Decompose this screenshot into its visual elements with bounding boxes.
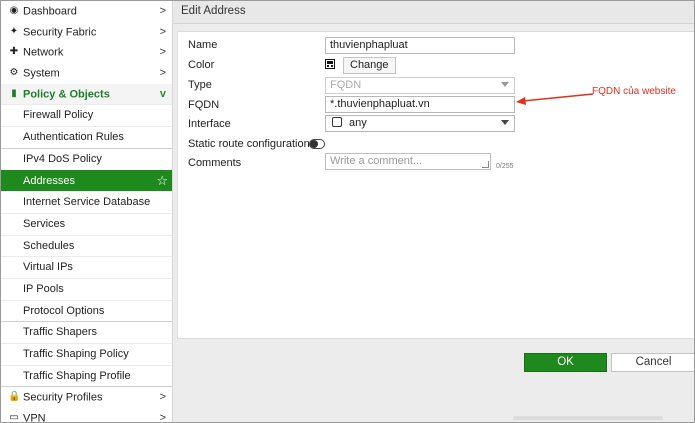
- chevron-right-icon: >: [159, 25, 166, 38]
- annotation-arrow-icon: [516, 93, 594, 105]
- cancel-button[interactable]: Cancel: [611, 353, 694, 372]
- sidebar-item-traffic-shaping-profile[interactable]: Traffic Shaping Profile: [1, 364, 172, 387]
- name-input[interactable]: thuvienphapluat: [325, 37, 515, 54]
- sidebar-item-system[interactable]: ⚙ System >: [1, 63, 172, 84]
- chevron-down-icon: v: [159, 87, 166, 100]
- sidebar-item-network[interactable]: ✚ Network >: [1, 42, 172, 63]
- app-window: ◉ Dashboard > ✦ Security Fabric > ✚ Network…: [0, 0, 695, 423]
- comments-textarea[interactable]: Write a comment...: [325, 153, 491, 170]
- color-swatch-icon: [325, 59, 335, 69]
- checkbox-icon: [332, 117, 342, 127]
- fqdn-label: FQDN: [188, 99, 220, 111]
- chevron-right-icon: >: [159, 412, 166, 423]
- resize-handle-icon[interactable]: [482, 161, 489, 168]
- sidebar: ◉ Dashboard > ✦ Security Fabric > ✚ Network…: [1, 1, 173, 422]
- toggle-knob: [310, 140, 318, 148]
- annotation-label: FQDN của website: [592, 86, 676, 97]
- color-label: Color: [188, 59, 215, 71]
- sidebar-item-traffic-shaping-policy[interactable]: Traffic Shaping Policy: [1, 343, 172, 365]
- sidebar-item-authentication-rules[interactable]: Authentication Rules: [1, 126, 172, 148]
- sidebar-item-vpn[interactable]: ▭ VPN >: [1, 408, 172, 423]
- sidebar-item-dashboard[interactable]: ◉ Dashboard >: [1, 1, 172, 22]
- comments-label: Comments: [188, 157, 242, 169]
- chevron-right-icon: >: [159, 46, 166, 59]
- policy-icon: ▮: [11, 87, 17, 99]
- fqdn-input[interactable]: *.thuvienphapluat.vn: [325, 96, 515, 113]
- type-select: FQDN: [325, 77, 515, 94]
- name-label: Name: [188, 39, 218, 51]
- page-header: Edit Address: [173, 1, 694, 24]
- interface-label: Interface: [188, 118, 231, 130]
- caret-down-icon: [501, 82, 509, 87]
- page-title: Edit Address: [181, 5, 246, 17]
- static-route-toggle[interactable]: [309, 139, 325, 149]
- star-icon[interactable]: ☆: [156, 171, 168, 192]
- gear-icon: ⚙: [9, 67, 19, 79]
- sidebar-item-ipv4-dos-policy[interactable]: IPv4 DoS Policy: [1, 147, 172, 170]
- chevron-right-icon: >: [159, 67, 166, 80]
- sidebar-item-protocol-options[interactable]: Protocol Options: [1, 299, 172, 322]
- sidebar-item-ip-pools[interactable]: IP Pools: [1, 277, 172, 300]
- network-icon: ✚: [9, 46, 19, 58]
- comment-char-counter: 0/255: [496, 163, 514, 170]
- change-color-button[interactable]: Change: [343, 57, 396, 74]
- sidebar-item-addresses[interactable]: Addresses ☆: [1, 169, 172, 192]
- sidebar-item-traffic-shapers[interactable]: Traffic Shapers: [1, 321, 172, 343]
- main-content: Edit Address Name thuvienphapluat Color …: [173, 1, 694, 422]
- sidebar-item-security-profiles[interactable]: 🔒 Security Profiles >: [1, 386, 172, 408]
- sidebar-item-internet-service-database[interactable]: Internet Service Database: [1, 191, 172, 213]
- lock-icon: 🔒: [8, 391, 21, 403]
- sidebar-item-policy-objects[interactable]: ▮ Policy & Objects v: [1, 83, 172, 105]
- horizontal-scrollbar[interactable]: [513, 416, 663, 420]
- sidebar-item-firewall-policy[interactable]: Firewall Policy: [1, 104, 172, 126]
- dashboard-icon: ◉: [9, 5, 19, 16]
- sidebar-item-schedules[interactable]: Schedules: [1, 234, 172, 257]
- interface-select[interactable]: any: [325, 115, 515, 132]
- edit-address-form: Name thuvienphapluat Color Change Type F…: [177, 31, 694, 339]
- sidebar-item-virtual-ips[interactable]: Virtual IPs: [1, 256, 172, 278]
- caret-down-icon: [501, 120, 509, 125]
- laptop-icon: ▭: [9, 412, 19, 423]
- chevron-right-icon: >: [159, 5, 166, 17]
- type-label: Type: [188, 79, 212, 91]
- sidebar-item-security-fabric[interactable]: ✦ Security Fabric >: [1, 22, 172, 43]
- chevron-right-icon: >: [159, 391, 166, 404]
- security-fabric-icon: ✦: [9, 25, 19, 37]
- sidebar-item-services[interactable]: Services: [1, 212, 172, 235]
- static-route-label: Static route configuration: [188, 138, 310, 150]
- ok-button[interactable]: OK: [524, 353, 607, 372]
